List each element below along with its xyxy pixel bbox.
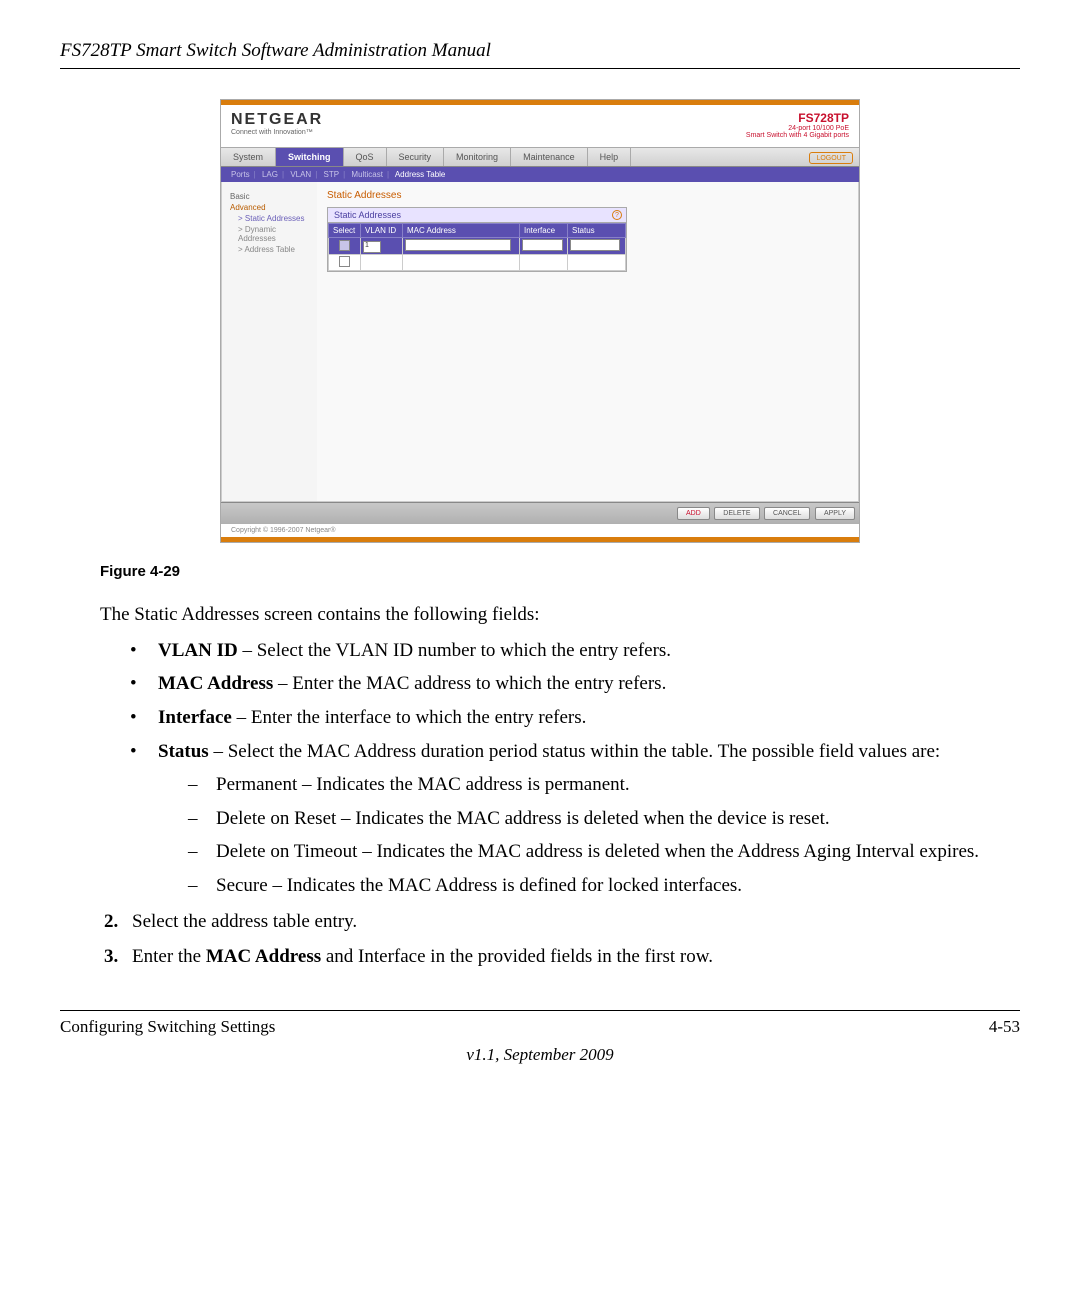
product-description-2: Smart Switch with 4 Gigabit ports bbox=[746, 132, 849, 139]
subnav-vlan[interactable]: VLAN bbox=[290, 170, 311, 179]
col-mac-address: MAC Address bbox=[403, 224, 520, 238]
desc-mac-address: – Enter the MAC address to which the ent… bbox=[273, 673, 666, 694]
list-item: Delete on Reset – Indicates the MAC addr… bbox=[188, 806, 980, 832]
list-item: Permanent – Indicates the MAC address is… bbox=[188, 772, 980, 798]
panel-subtitle: Static Addresses ? bbox=[328, 208, 626, 223]
list-item: Status – Select the MAC Address duration… bbox=[130, 739, 980, 899]
col-select: Select bbox=[329, 224, 361, 238]
sub-nav: Ports| LAG| VLAN| STP| Multicast| Addres… bbox=[221, 167, 859, 182]
desc-vlan-id: – Select the VLAN ID number to which the… bbox=[238, 640, 671, 661]
sidebar-cat-advanced[interactable]: Advanced bbox=[230, 203, 313, 212]
intro-paragraph: The Static Addresses screen contains the… bbox=[100, 602, 980, 628]
col-vlan-id: VLAN ID bbox=[361, 224, 403, 238]
step-3-bold: MAC Address bbox=[206, 946, 321, 967]
brand-logo: NETGEAR bbox=[231, 111, 323, 129]
figure-caption: Figure 4-29 bbox=[100, 563, 1020, 580]
desc-interface: – Enter the interface to which the entry… bbox=[232, 707, 587, 728]
vlan-id-select[interactable]: 1 bbox=[363, 241, 381, 253]
logout-button[interactable]: LOGOUT bbox=[809, 152, 853, 164]
screenshot-footer-bar: ADD DELETE CANCEL APPLY bbox=[221, 502, 859, 524]
apply-button[interactable]: APPLY bbox=[815, 507, 855, 520]
panel-title: Static Addresses bbox=[327, 190, 848, 201]
copyright-text: Copyright © 1996-2007 Netgear® bbox=[221, 524, 859, 537]
sidebar-item-dynamic-addresses[interactable]: > Dynamic Addresses bbox=[238, 225, 313, 243]
brand-tagline: Connect with Innovation™ bbox=[231, 129, 323, 136]
step-list: Select the address table entry. Enter th… bbox=[104, 909, 980, 970]
term-interface: Interface bbox=[158, 707, 232, 728]
subnav-address-table[interactable]: Address Table bbox=[395, 170, 446, 179]
list-item: Secure – Indicates the MAC Address is de… bbox=[188, 873, 980, 899]
table-row bbox=[329, 255, 626, 271]
screenshot-body: Basic Advanced > Static Addresses > Dyna… bbox=[221, 182, 859, 502]
list-item: MAC Address – Enter the MAC address to w… bbox=[130, 671, 980, 697]
panel-subtitle-label: Static Addresses bbox=[334, 210, 401, 220]
main-panel: Static Addresses Static Addresses ? Sele… bbox=[317, 182, 858, 501]
delete-button[interactable]: DELETE bbox=[714, 507, 759, 520]
screenshot-header: NETGEAR Connect with Innovation™ FS728TP… bbox=[221, 105, 859, 147]
sidebar: Basic Advanced > Static Addresses > Dyna… bbox=[222, 182, 317, 501]
subnav-ports[interactable]: Ports bbox=[231, 170, 250, 179]
footer-page-number: 4-53 bbox=[989, 1017, 1020, 1037]
tab-system[interactable]: System bbox=[221, 148, 276, 166]
row-checkbox[interactable] bbox=[339, 256, 350, 267]
status-select[interactable] bbox=[570, 239, 620, 251]
product-model: FS728TP bbox=[746, 111, 849, 125]
subnav-multicast[interactable]: Multicast bbox=[351, 170, 383, 179]
subnav-lag[interactable]: LAG bbox=[262, 170, 278, 179]
term-mac-address: MAC Address bbox=[158, 673, 273, 694]
tab-security[interactable]: Security bbox=[387, 148, 445, 166]
desc-status: – Select the MAC Address duration period… bbox=[209, 741, 941, 762]
step-3: Enter the MAC Address and Interface in t… bbox=[104, 944, 980, 970]
subnav-stp[interactable]: STP bbox=[324, 170, 340, 179]
list-item: VLAN ID – Select the VLAN ID number to w… bbox=[130, 638, 980, 664]
cancel-button[interactable]: CANCEL bbox=[764, 507, 810, 520]
sidebar-item-address-table[interactable]: > Address Table bbox=[238, 245, 313, 254]
step-3-pre: Enter the bbox=[132, 946, 206, 967]
col-interface: Interface bbox=[520, 224, 568, 238]
table-input-row: 1 bbox=[329, 238, 626, 255]
product-description-1: 24-port 10/100 PoE bbox=[746, 125, 849, 132]
bottom-orange-strip bbox=[221, 537, 859, 542]
term-vlan-id: VLAN ID bbox=[158, 640, 238, 661]
main-nav-tabs: System Switching QoS Security Monitoring… bbox=[221, 147, 859, 167]
col-status: Status bbox=[568, 224, 626, 238]
figure-screenshot: NETGEAR Connect with Innovation™ FS728TP… bbox=[220, 99, 860, 543]
static-addresses-table: Select VLAN ID MAC Address Interface Sta… bbox=[328, 223, 626, 271]
manual-title: FS728TP Smart Switch Software Administra… bbox=[60, 40, 1020, 69]
static-addresses-panel: Static Addresses ? Select VLAN ID MAC Ad… bbox=[327, 207, 627, 272]
tab-qos[interactable]: QoS bbox=[344, 148, 387, 166]
list-item: Delete on Timeout – Indicates the MAC ad… bbox=[188, 839, 980, 865]
tab-monitoring[interactable]: Monitoring bbox=[444, 148, 511, 166]
step-3-post: and Interface in the provided fields in … bbox=[321, 946, 713, 967]
tab-help[interactable]: Help bbox=[588, 148, 632, 166]
tab-switching[interactable]: Switching bbox=[276, 148, 344, 166]
sidebar-item-static-addresses[interactable]: > Static Addresses bbox=[238, 214, 313, 223]
select-all-checkbox[interactable] bbox=[339, 240, 350, 251]
interface-input[interactable] bbox=[522, 239, 563, 251]
tab-maintenance[interactable]: Maintenance bbox=[511, 148, 588, 166]
step-2: Select the address table entry. bbox=[104, 909, 980, 935]
add-button[interactable]: ADD bbox=[677, 507, 710, 520]
footer-section-title: Configuring Switching Settings bbox=[60, 1017, 275, 1037]
list-item: Interface – Enter the interface to which… bbox=[130, 705, 980, 731]
field-list: VLAN ID – Select the VLAN ID number to w… bbox=[130, 638, 980, 899]
info-icon[interactable]: ? bbox=[612, 210, 622, 220]
status-values-list: Permanent – Indicates the MAC address is… bbox=[188, 772, 980, 899]
footer-version: v1.1, September 2009 bbox=[60, 1045, 1020, 1065]
mac-address-input[interactable] bbox=[405, 239, 511, 251]
sidebar-cat-basic[interactable]: Basic bbox=[230, 192, 313, 201]
page-footer: Configuring Switching Settings 4-53 bbox=[60, 1010, 1020, 1037]
term-status: Status bbox=[158, 741, 209, 762]
